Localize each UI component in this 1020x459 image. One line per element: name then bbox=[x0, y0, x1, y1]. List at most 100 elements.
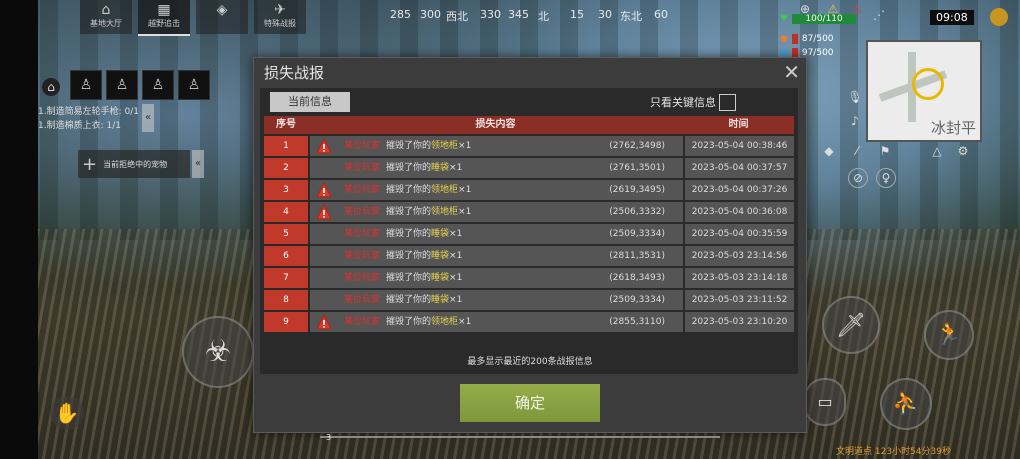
health-stat: ♥ 100/110 bbox=[780, 14, 857, 24]
loss-item: 睡袋 bbox=[431, 251, 450, 261]
table-row: 1 某位玩家 摧毁了你的领地柜×1 (2762,3498) 2023-05-04 00:… bbox=[264, 136, 794, 156]
attacker-name: 某位玩家 bbox=[344, 273, 381, 283]
tab-current-info[interactable]: 当前信息 bbox=[270, 92, 350, 112]
loss-description: 摧毁了你的领地柜×1 bbox=[386, 312, 471, 332]
loss-description: 摧毁了你的领地柜×1 bbox=[386, 180, 471, 200]
flag-icon[interactable]: ⚑ bbox=[876, 142, 894, 160]
hand-icon[interactable]: ✋ bbox=[50, 396, 84, 430]
stance-icon[interactable]: 🏃 bbox=[924, 310, 974, 360]
map-location-label: 冰封平 bbox=[930, 119, 976, 137]
quest-collapse-button[interactable]: « bbox=[142, 104, 154, 132]
report-table: 序号 损失内容 时间 1 某位玩家 摧毁了你的领地柜×1 (2762,3498) 202… bbox=[264, 116, 794, 332]
microphone-icon[interactable]: 🎙 bbox=[846, 88, 864, 106]
minimap[interactable]: 冰封平 bbox=[866, 40, 982, 142]
prone-icon[interactable]: ▭ bbox=[804, 378, 846, 426]
shield-icon[interactable]: ◆ bbox=[820, 142, 838, 160]
tab-map[interactable]: ◈ bbox=[196, 0, 248, 34]
close-icon[interactable]: ✕ bbox=[783, 60, 800, 84]
team-slot[interactable]: ♙ bbox=[178, 70, 210, 100]
player-marker bbox=[912, 68, 944, 100]
table-row: 2 某位玩家 摧毁了你的睡袋×1 (2761,3501) 2023-05-04 00:3… bbox=[264, 158, 794, 178]
compass-bar: 285 300 西北 330 345 北 15 30 东北 60 bbox=[390, 8, 670, 24]
key-only-label: 只看关键信息 bbox=[650, 96, 716, 109]
attacker-name: 某位玩家 bbox=[344, 207, 381, 217]
team-slot[interactable]: ♙ bbox=[106, 70, 138, 100]
loss-description: 摧毁了你的睡袋×1 bbox=[386, 224, 462, 244]
crouch-icon[interactable]: ⛹ bbox=[880, 378, 932, 430]
team-slot[interactable]: ♙ bbox=[142, 70, 174, 100]
loss-item: 睡袋 bbox=[431, 163, 450, 173]
loss-action: 摧毁了你的 bbox=[386, 251, 432, 261]
loss-item: 领地柜 bbox=[431, 207, 459, 217]
row-content: 某位玩家 摧毁了你的领地柜×1 (2506,3332) bbox=[310, 202, 683, 222]
biohazard-icon[interactable]: ☣ bbox=[182, 316, 254, 388]
loss-description: 摧毁了你的睡袋×1 bbox=[386, 290, 462, 310]
team-slot[interactable]: ♙ bbox=[70, 70, 102, 100]
loss-quantity: ×1 bbox=[458, 141, 472, 151]
row-number: 6 bbox=[264, 246, 308, 266]
top-tab-bar: ⌂ 基地大厅 ▦ 越野追击 ◈ ✈ 特殊战报 bbox=[80, 0, 306, 36]
loss-coordinates: (2618,3493) bbox=[609, 273, 665, 283]
loss-item: 领地柜 bbox=[431, 317, 459, 327]
crosshair-icon[interactable]: ⊕ bbox=[796, 0, 814, 18]
row-number: 8 bbox=[264, 290, 308, 310]
lamp-icon[interactable]: ♀ bbox=[876, 168, 896, 188]
tab-chase[interactable]: ▦ 越野追击 bbox=[138, 0, 190, 36]
tab-base-hall[interactable]: ⌂ 基地大厅 bbox=[80, 0, 132, 34]
gear-icon[interactable]: ⚙ bbox=[954, 142, 972, 160]
warning-icon bbox=[316, 182, 332, 198]
row-number: 7 bbox=[264, 268, 308, 288]
compass-ring-icon[interactable]: ⊘ bbox=[848, 168, 868, 188]
food-stat: ● 87/500 bbox=[780, 34, 834, 44]
plus-icon: + bbox=[82, 153, 98, 175]
row-number: 5 bbox=[264, 224, 308, 244]
speaker-icon[interactable]: ♪ bbox=[846, 112, 864, 130]
loss-item: 睡袋 bbox=[431, 295, 450, 305]
bullet-icon[interactable]: ⁄ bbox=[848, 142, 866, 160]
warning-icon[interactable]: ⚠ bbox=[824, 0, 842, 18]
home-base-icon[interactable]: ⌂ bbox=[42, 78, 60, 96]
item-slot-bar bbox=[320, 436, 720, 438]
avatar[interactable] bbox=[990, 8, 1008, 26]
loss-item: 睡袋 bbox=[431, 229, 450, 239]
row-time: 2023-05-03 23:14:56 bbox=[685, 246, 794, 266]
knife-icon[interactable]: 🗡 bbox=[822, 296, 880, 354]
loss-item: 领地柜 bbox=[431, 185, 459, 195]
team-slots: ♙ ♙ ♙ ♙ bbox=[70, 70, 210, 100]
compass-mark: 345 bbox=[508, 8, 529, 21]
loss-description: 摧毁了你的睡袋×1 bbox=[386, 268, 462, 288]
confirm-button[interactable]: 确定 bbox=[460, 384, 600, 422]
loss-action: 摧毁了你的 bbox=[386, 229, 432, 239]
loss-description: 摧毁了你的睡袋×1 bbox=[386, 158, 462, 178]
alert-icon[interactable]: ⚠ bbox=[848, 0, 866, 18]
table-row: 7 某位玩家 摧毁了你的睡袋×1 (2618,3493) 2023-05-03 23:1… bbox=[264, 268, 794, 288]
loss-item: 睡袋 bbox=[431, 273, 450, 283]
tab-special-report[interactable]: ✈ 特殊战报 bbox=[254, 0, 306, 34]
plane-icon: ✈ bbox=[274, 2, 286, 18]
loss-action: 摧毁了你的 bbox=[386, 185, 432, 195]
compass-mark: 15 bbox=[570, 8, 584, 21]
compass-mark: 30 bbox=[598, 8, 612, 21]
attacker-name: 某位玩家 bbox=[344, 141, 381, 151]
attacker-name: 某位玩家 bbox=[344, 163, 381, 173]
pet-collapse-button[interactable]: « bbox=[192, 150, 204, 178]
compass-mark: 东北 bbox=[620, 10, 642, 23]
map-icon: ◈ bbox=[216, 2, 228, 18]
loss-quantity: ×1 bbox=[458, 207, 472, 217]
header-content: 损失内容 bbox=[475, 119, 516, 130]
footnote: 最多显示最近的200条战报信息 bbox=[467, 357, 593, 367]
row-time: 2023-05-03 23:14:18 bbox=[685, 268, 794, 288]
loss-quantity: ×1 bbox=[449, 273, 463, 283]
warning-outline-icon[interactable]: △ bbox=[928, 142, 946, 160]
row-content: 某位玩家 摧毁了你的领地柜×1 (2762,3498) bbox=[310, 136, 683, 156]
pet-button[interactable]: + 当前拒绝中的宠物 bbox=[78, 150, 190, 178]
compass-mark: 285 bbox=[390, 8, 411, 21]
loss-description: 摧毁了你的领地柜×1 bbox=[386, 202, 471, 222]
loss-action: 摧毁了你的 bbox=[386, 317, 432, 327]
row-content: 某位玩家 摧毁了你的睡袋×1 (2811,3531) bbox=[310, 246, 683, 266]
key-only-checkbox[interactable] bbox=[719, 94, 736, 111]
loss-quantity: ×1 bbox=[449, 295, 463, 305]
heart-icon: ♥ bbox=[780, 14, 789, 24]
row-time: 2023-05-04 00:37:57 bbox=[685, 158, 794, 178]
loss-coordinates: (2855,3110) bbox=[609, 317, 665, 327]
